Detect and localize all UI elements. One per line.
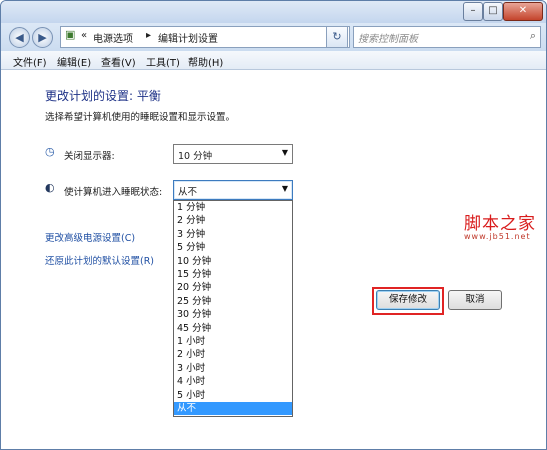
menu-view[interactable]: 查看(V) [101,54,136,69]
breadcrumb-separator: ▸ [146,30,152,41]
display-off-select[interactable]: 10 分钟 ▼ [173,144,293,164]
dropdown-option[interactable]: 2 分钟 [174,214,292,227]
dropdown-option[interactable]: 从不 [174,402,292,416]
menu-file[interactable]: 文件(F) [13,54,47,69]
breadcrumb-prefix[interactable]: « [81,30,87,41]
dropdown-option[interactable]: 25 分钟 [174,295,292,308]
dropdown-option[interactable]: 1 小时 [174,335,292,348]
address-toolbar: ◀ ▶ ▣ « 电源选项 ▸ 编辑计划设置 ▾ ↻ 搜索控制面板 ⌕ [1,23,546,51]
maximize-button[interactable]: □ [483,2,503,21]
refresh-button[interactable]: ↻ [326,26,348,48]
page-subtitle: 选择希望计算机使用的睡眠设置和显示设置。 [45,112,236,123]
display-icon: ◷ [45,145,55,158]
watermark-url: www.jb51.net [464,232,531,241]
dropdown-option[interactable]: 45 分钟 [174,322,292,335]
watermark: 脚本之家 www.jb51.net [464,209,536,241]
restore-defaults-link[interactable]: 还原此计划的默认设置(R) [45,253,154,267]
dropdown-option[interactable]: 3 分钟 [174,228,292,241]
chevron-down-icon: ▼ [281,184,288,193]
title-bar: – □ ✕ [1,1,546,23]
display-off-value: 10 分钟 [178,151,213,162]
dropdown-option[interactable]: 1 分钟 [174,201,292,214]
watermark-title: 脚本之家 [464,214,536,234]
search-box[interactable]: 搜索控制面板 ⌕ [353,26,541,48]
main-content: 更改计划的设置: 平衡 选择希望计算机使用的睡眠设置和显示设置。 ◷ 关闭显示器… [1,70,546,449]
menu-help[interactable]: 帮助(H) [188,54,223,69]
address-bar[interactable]: ▣ « 电源选项 ▸ 编辑计划设置 ▾ [60,26,350,48]
back-button[interactable]: ◀ [9,27,30,48]
sleep-select[interactable]: 从不 ▼ [173,180,293,200]
dropdown-option[interactable]: 3 小时 [174,362,292,375]
advanced-settings-link[interactable]: 更改高级电源设置(C) [45,230,135,244]
dropdown-option[interactable]: 20 分钟 [174,281,292,294]
breadcrumb-edit-plan[interactable]: 编辑计划设置 [158,30,218,45]
control-panel-icon: ▣ [65,28,76,41]
dropdown-option[interactable]: 10 分钟 [174,255,292,268]
sleep-icon: ◐ [45,181,55,194]
close-button[interactable]: ✕ [503,2,543,21]
display-off-label: 关闭显示器: [64,151,115,162]
menu-bar: 文件(F) 编辑(E) 查看(V) 工具(T) 帮助(H) [1,51,546,70]
sleep-dropdown-list: 1 分钟 2 分钟 3 分钟 5 分钟 10 分钟 15 分钟 20 分钟 25 分钟 30 分… [173,200,293,417]
page-title: 更改计划的设置: 平衡 [45,89,161,103]
sleep-value: 从不 [178,187,198,198]
dropdown-option[interactable]: 4 小时 [174,375,292,388]
forward-button[interactable]: ▶ [32,27,53,48]
dropdown-option[interactable]: 30 分钟 [174,308,292,321]
highlight-box [372,287,444,315]
dropdown-option[interactable]: 5 小时 [174,389,292,402]
search-icon[interactable]: ⌕ [530,29,536,43]
search-placeholder: 搜索控制面板 [358,34,418,45]
dropdown-option[interactable]: 15 分钟 [174,268,292,281]
dropdown-option[interactable]: 2 小时 [174,348,292,361]
menu-edit[interactable]: 编辑(E) [57,54,91,69]
breadcrumb-power-options[interactable]: 电源选项 [93,30,133,45]
minimize-button[interactable]: – [463,2,483,21]
menu-tools[interactable]: 工具(T) [146,54,180,69]
dropdown-option[interactable]: 5 分钟 [174,241,292,254]
control-panel-window: – □ ✕ ◀ ▶ ▣ « 电源选项 ▸ 编辑计划设置 ▾ ↻ 搜索控制面板 ⌕… [0,0,547,450]
cancel-button[interactable]: 取消 [448,290,502,310]
chevron-down-icon: ▼ [281,148,288,157]
sleep-label: 使计算机进入睡眠状态: [64,187,163,198]
